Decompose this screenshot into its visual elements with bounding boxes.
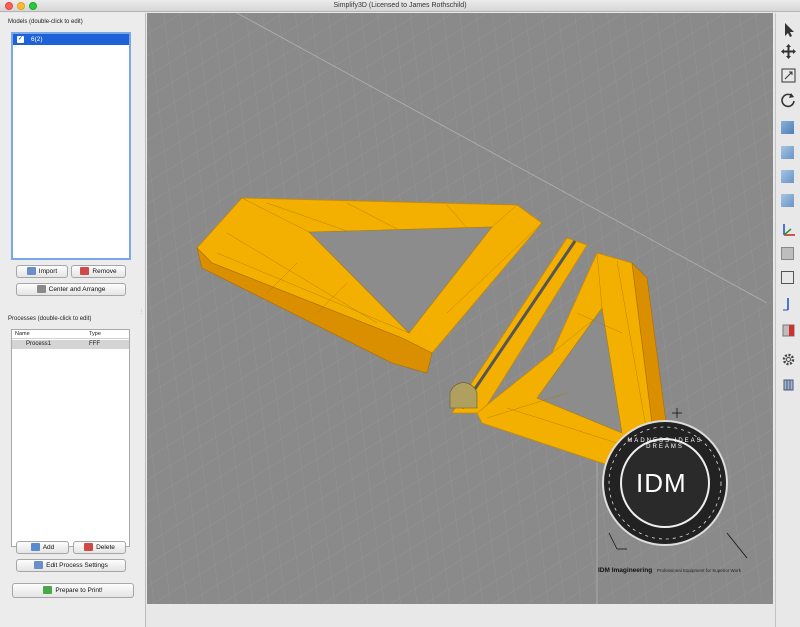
edit-settings-icon — [34, 561, 44, 570]
build-plate-render[interactable] — [147, 13, 773, 604]
watermark-tagline: Professional Equipment for Superior Work — [657, 568, 741, 573]
select-icon[interactable] — [780, 21, 797, 38]
settings-gear-icon[interactable] — [780, 351, 797, 368]
title-bar: Simplify3D (Licensed to James Rothschild… — [0, 0, 800, 12]
prepare-to-print-button[interactable]: Prepare to Print! — [12, 583, 134, 598]
center-arrange-button[interactable]: Center and Arrange — [16, 283, 126, 296]
model-list-item[interactable]: ✓ 6(2) — [13, 34, 129, 45]
axis-z-icon[interactable] — [780, 296, 797, 313]
process-name: Process1 — [26, 341, 52, 347]
import-button[interactable]: Import — [16, 265, 68, 278]
layer-icon[interactable] — [780, 376, 797, 393]
col-type-header[interactable]: Type — [89, 330, 101, 339]
processes-section-label: Processes (double-click to edit) — [8, 316, 92, 322]
process-row[interactable]: Process1 FFF — [12, 340, 129, 349]
idm-ring-text: MADNESS IDEAS DREAMS — [627, 438, 703, 450]
model-visible-checkbox[interactable]: ✓ — [17, 36, 24, 43]
models-list[interactable]: ✓ 6(2) — [11, 32, 131, 260]
3d-viewport[interactable]: IDM MADNESS IDEAS DREAMS IDM Imagineerin… — [147, 13, 773, 604]
splitter-handle[interactable]: ⋮ — [139, 309, 144, 315]
remove-button[interactable]: Remove — [71, 265, 126, 278]
scale-icon[interactable] — [780, 67, 797, 84]
window-title: Simplify3D (Licensed to James Rothschild… — [333, 2, 467, 9]
application-window: Simplify3D (Licensed to James Rothschild… — [0, 0, 800, 627]
solid-cube-icon[interactable] — [781, 247, 794, 260]
close-window-button[interactable] — [5, 2, 13, 10]
move-icon[interactable] — [780, 43, 797, 60]
view-top-icon[interactable] — [781, 194, 794, 207]
view-toolbar — [775, 13, 800, 627]
sidebar: Models (double-click to edit) ✓ 6(2) Imp… — [0, 13, 146, 627]
model-name: 6(2) — [31, 36, 43, 43]
remove-icon — [80, 267, 90, 276]
add-icon — [30, 543, 40, 552]
idm-logo-text: IDM — [636, 468, 687, 498]
add-process-button[interactable]: Add — [16, 541, 69, 554]
cross-section-icon[interactable] — [780, 322, 797, 339]
view-cube-icon[interactable] — [781, 121, 794, 134]
delete-process-button[interactable]: Delete — [73, 541, 126, 554]
view-front-icon[interactable] — [781, 146, 794, 159]
center-arrange-icon — [36, 285, 46, 294]
delete-icon — [84, 543, 94, 552]
col-name-header[interactable]: Name — [15, 330, 30, 339]
minimize-window-button[interactable] — [17, 2, 25, 10]
rotate-icon[interactable] — [780, 91, 797, 108]
view-side-icon[interactable] — [781, 170, 794, 183]
processes-list[interactable]: Name Type Process1 FFF — [11, 329, 130, 547]
models-section-label: Models (double-click to edit) — [8, 19, 83, 25]
axes-icon[interactable] — [780, 221, 797, 238]
print-icon — [43, 586, 53, 595]
watermark-company: IDM Imagineering — [598, 567, 653, 574]
process-type: FFF — [89, 341, 100, 347]
import-icon — [26, 267, 36, 276]
wireframe-cube-icon[interactable] — [781, 271, 794, 284]
processes-header: Name Type — [12, 330, 129, 339]
edit-process-settings-button[interactable]: Edit Process Settings — [16, 559, 126, 572]
zoom-window-button[interactable] — [29, 2, 37, 10]
